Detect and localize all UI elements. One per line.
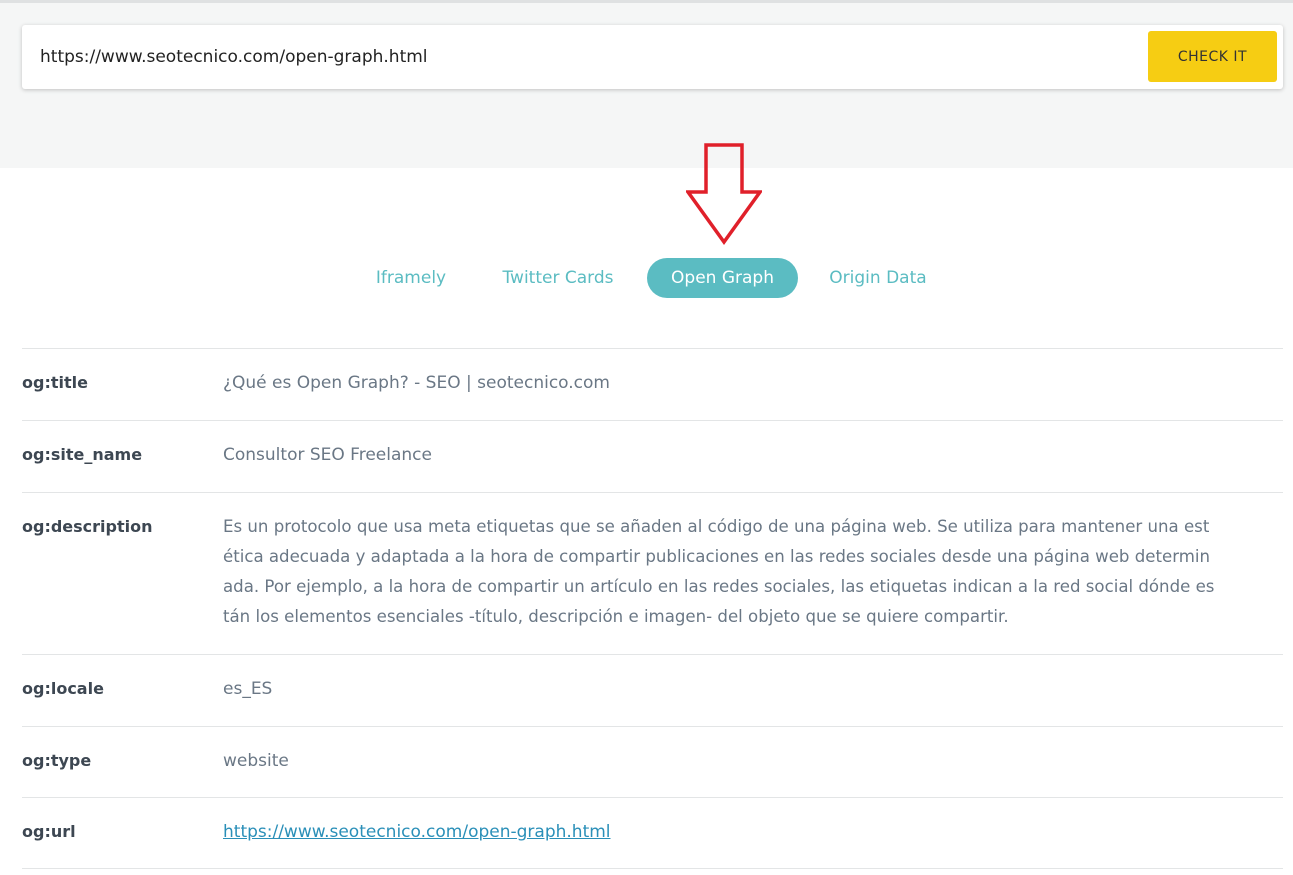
table-row-og-title: og:title ¿Qué es Open Graph? - SEO | seo…: [22, 348, 1283, 420]
row-key: og:locale: [22, 679, 104, 698]
row-value: es_ES: [223, 679, 273, 699]
row-value: ¿Qué es Open Graph? - SEO | seotecnico.c…: [223, 373, 610, 393]
url-search-bar: CHECK IT: [22, 25, 1283, 89]
row-key: og:title: [22, 373, 88, 392]
row-key: og:type: [22, 751, 92, 770]
tab-iframely[interactable]: Iframely: [362, 258, 460, 298]
open-graph-table: og:title ¿Qué es Open Graph? - SEO | seo…: [22, 348, 1283, 869]
tab-open-graph[interactable]: Open Graph: [647, 258, 798, 298]
check-it-button[interactable]: CHECK IT: [1148, 31, 1277, 82]
row-value: Consultor SEO Freelance: [223, 445, 432, 465]
description-line: tán los elementos esenciales -título, de…: [223, 607, 1009, 626]
table-row-og-site-name: og:site_name Consultor SEO Freelance: [22, 420, 1283, 492]
tab-origin-data[interactable]: Origin Data: [815, 258, 941, 298]
description-line: ada. Por ejemplo, a la hora de compartir…: [223, 577, 1215, 596]
table-row-og-locale: og:locale es_ES: [22, 654, 1283, 726]
url-input[interactable]: [40, 25, 1130, 89]
row-key: og:url: [22, 822, 76, 841]
description-line: Es un protocolo que usa meta etiquetas q…: [223, 517, 1210, 536]
table-row-og-description: og:description Es un protocolo que usa m…: [22, 492, 1283, 654]
description-line: ética adecuada y adaptada a la hora de c…: [223, 547, 1211, 566]
down-arrow-icon: [686, 143, 762, 245]
table-row-og-url: og:url https://www.seotecnico.com/open-g…: [22, 797, 1283, 869]
row-value: website: [223, 751, 289, 771]
row-key: og:description: [22, 517, 153, 536]
tab-bar: Iframely Twitter Cards Open Graph Origin…: [0, 258, 1293, 298]
tab-twitter-cards[interactable]: Twitter Cards: [490, 258, 626, 298]
row-key: og:site_name: [22, 445, 143, 464]
row-value: Es un protocolo que usa meta etiquetas q…: [223, 512, 1214, 632]
og-url-link[interactable]: https://www.seotecnico.com/open-graph.ht…: [223, 822, 611, 842]
table-row-og-type: og:type website: [22, 726, 1283, 797]
